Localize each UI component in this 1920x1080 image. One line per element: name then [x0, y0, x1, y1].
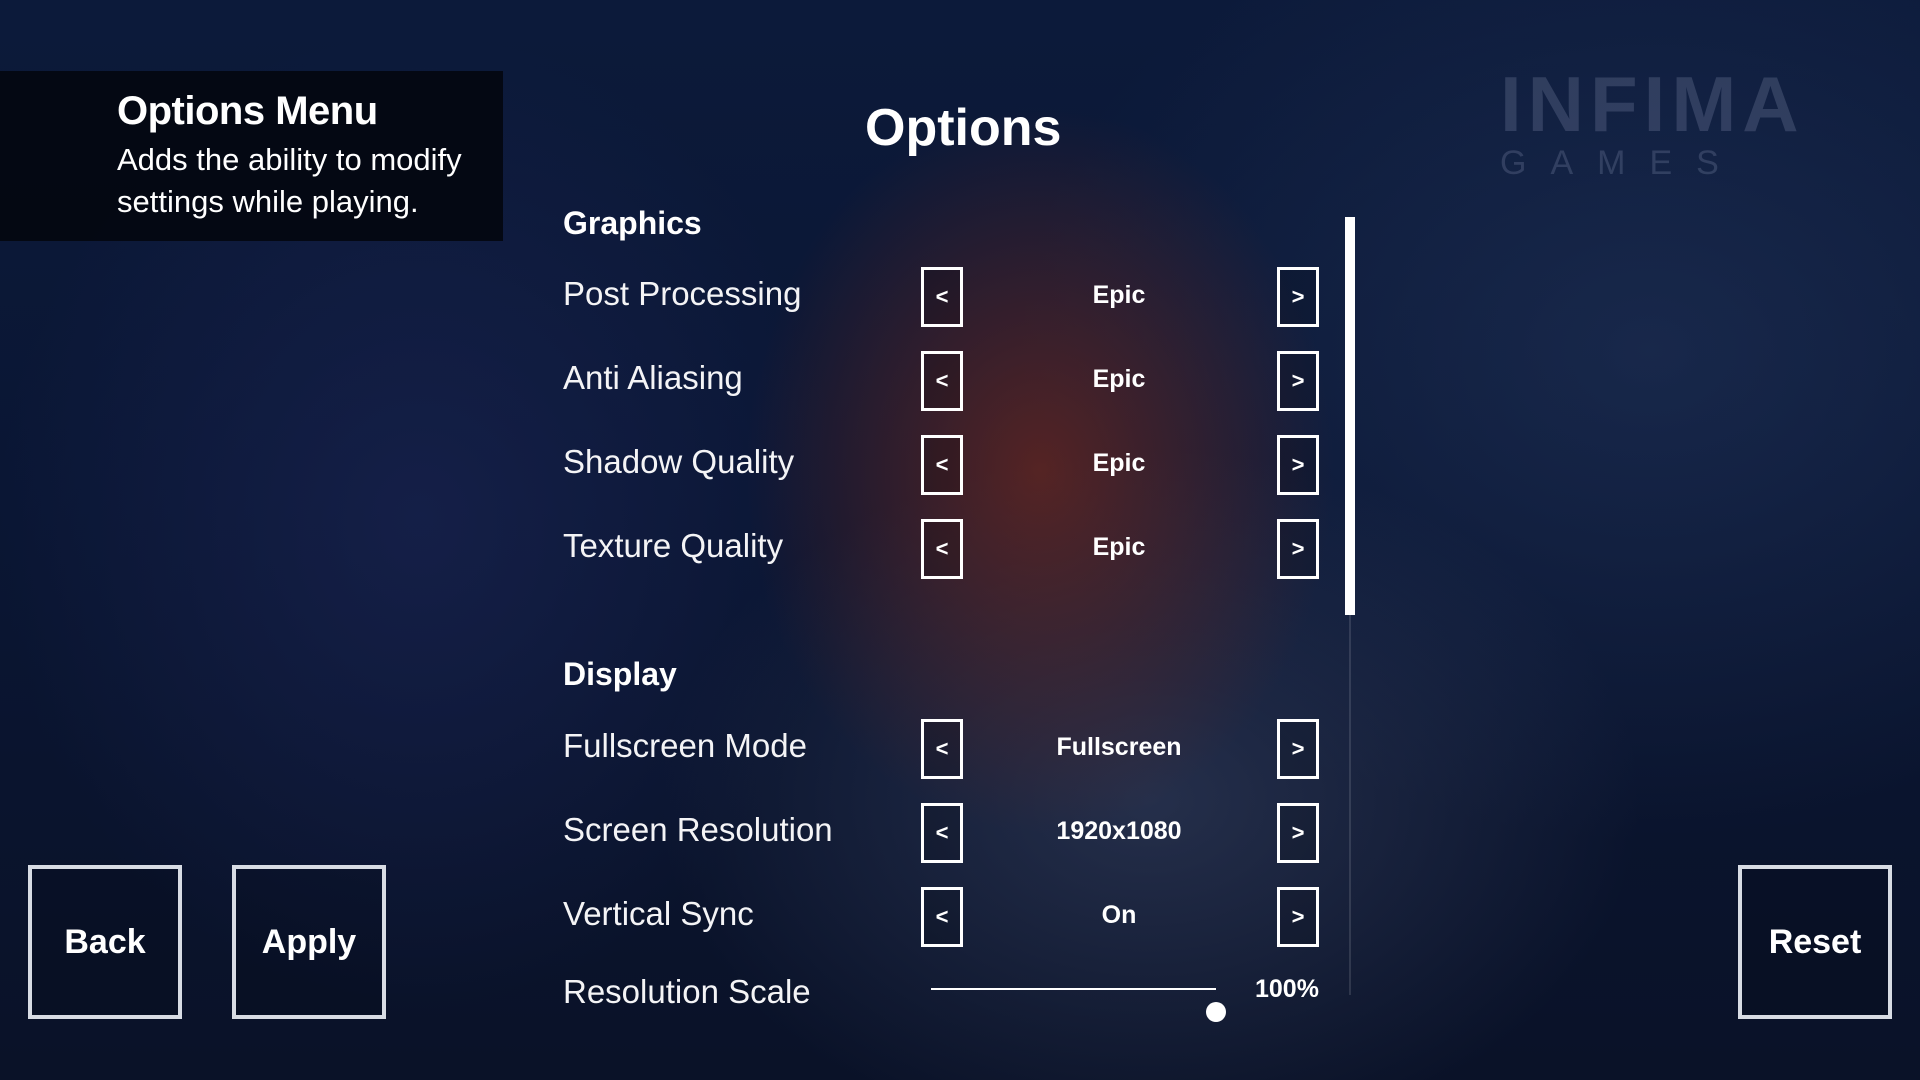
next-option-button[interactable]: >	[1277, 887, 1319, 947]
option-value: Fullscreen	[1056, 733, 1182, 761]
slider-value: 100%	[1255, 975, 1319, 1003]
option-value: Epic	[1092, 365, 1146, 393]
option-row-resolution-scale: Resolution Scale 100%	[563, 965, 1323, 1022]
back-button[interactable]: Back	[28, 865, 182, 1019]
option-row-fullscreen-mode: Fullscreen Mode < Fullscreen >	[563, 719, 1323, 779]
section-title-graphics: Graphics	[563, 205, 702, 241]
option-row-screen-resolution: Screen Resolution < 1920x1080 >	[563, 803, 1323, 863]
next-option-button[interactable]: >	[1277, 351, 1319, 411]
reset-button[interactable]: Reset	[1738, 865, 1892, 1019]
option-row-post-processing: Post Processing < Epic >	[563, 267, 1323, 327]
chevron-left-icon: <	[935, 368, 949, 393]
chevron-right-icon: >	[1291, 736, 1305, 761]
chevron-right-icon: >	[1291, 820, 1305, 845]
infima-games-logo: INFIMA GAMES	[1500, 64, 1800, 184]
option-label: Screen Resolution	[563, 811, 833, 848]
previous-option-button[interactable]: <	[921, 267, 963, 327]
option-label: Texture Quality	[563, 527, 784, 564]
chevron-left-icon: <	[935, 452, 949, 477]
chevron-left-icon: <	[935, 904, 949, 929]
option-row-vertical-sync: Vertical Sync < On >	[563, 887, 1323, 947]
chevron-right-icon: >	[1291, 536, 1305, 561]
logo-main-text: INFIMA	[1500, 60, 1805, 148]
previous-option-button[interactable]: <	[921, 887, 963, 947]
option-row-texture-quality: Texture Quality < Epic >	[563, 519, 1323, 579]
resolution-scale-slider[interactable]	[931, 988, 1226, 1022]
previous-option-button[interactable]: <	[921, 351, 963, 411]
option-value: Epic	[1092, 449, 1146, 477]
previous-option-button[interactable]: <	[921, 803, 963, 863]
chevron-right-icon: >	[1291, 904, 1305, 929]
option-value: On	[1101, 901, 1137, 929]
section-title-display: Display	[563, 656, 677, 692]
next-option-button[interactable]: >	[1277, 267, 1319, 327]
apply-button[interactable]: Apply	[232, 865, 386, 1019]
page-title: Options	[865, 99, 1062, 157]
logo-sub-text: GAMES	[1500, 144, 1743, 182]
option-label: Shadow Quality	[563, 443, 795, 480]
previous-option-button[interactable]: <	[921, 519, 963, 579]
option-label: Post Processing	[563, 275, 802, 312]
option-row-anti-aliasing: Anti Aliasing < Epic >	[563, 351, 1323, 411]
option-label: Vertical Sync	[563, 895, 754, 932]
info-panel: Options Menu Adds the ability to modify …	[0, 71, 503, 241]
info-title: Options Menu	[117, 89, 378, 133]
option-value: 1920x1080	[1056, 817, 1182, 845]
scrollbar-thumb[interactable]	[1345, 217, 1355, 615]
next-option-button[interactable]: >	[1277, 719, 1319, 779]
chevron-left-icon: <	[935, 536, 949, 561]
option-row-shadow-quality: Shadow Quality < Epic >	[563, 435, 1323, 495]
previous-option-button[interactable]: <	[921, 719, 963, 779]
chevron-right-icon: >	[1291, 284, 1305, 309]
option-value: Epic	[1092, 533, 1146, 561]
next-option-button[interactable]: >	[1277, 803, 1319, 863]
scrollbar-track[interactable]	[1349, 615, 1351, 995]
chevron-right-icon: >	[1291, 368, 1305, 393]
slider-fill	[931, 988, 1216, 990]
chevron-left-icon: <	[935, 820, 949, 845]
info-description: Adds the ability to modify settings whil…	[117, 142, 462, 219]
previous-option-button[interactable]: <	[921, 435, 963, 495]
chevron-left-icon: <	[935, 284, 949, 309]
slider-handle[interactable]	[1206, 1002, 1226, 1022]
option-label: Fullscreen Mode	[563, 727, 807, 764]
next-option-button[interactable]: >	[1277, 435, 1319, 495]
chevron-left-icon: <	[935, 736, 949, 761]
option-label: Anti Aliasing	[563, 359, 743, 396]
option-label: Resolution Scale	[563, 973, 811, 1010]
next-option-button[interactable]: >	[1277, 519, 1319, 579]
chevron-right-icon: >	[1291, 452, 1305, 477]
option-value: Epic	[1092, 281, 1146, 309]
